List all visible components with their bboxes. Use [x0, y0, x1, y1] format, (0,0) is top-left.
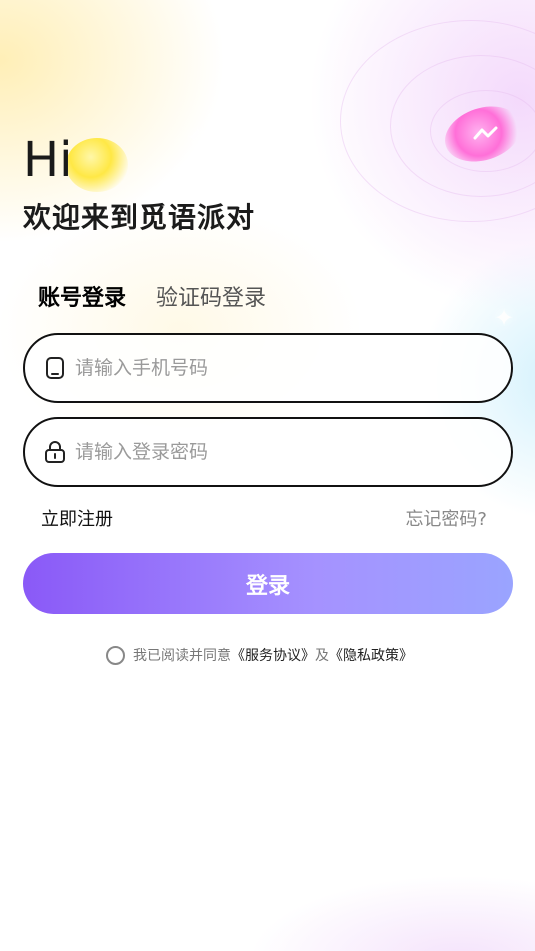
lock-icon [43, 440, 67, 464]
tab-label: 验证码登录 [156, 286, 267, 311]
tab-label: 账号登录 [38, 286, 127, 311]
phone-icon [43, 356, 67, 380]
sparkle-icon: ✦ [186, 121, 210, 154]
forgot-password-link[interactable]: 忘记密码? [405, 505, 487, 531]
tab-code-login[interactable]: 验证码登录 [156, 280, 266, 312]
agreement-radio[interactable] [106, 645, 125, 665]
register-link[interactable]: 立即注册 [41, 505, 113, 531]
agreement-row: 我已阅读并同意 《服务协议》 及 《隐私政策》 [106, 645, 413, 665]
auth-links: 立即注册 忘记密码? [41, 505, 487, 531]
login-button[interactable]: 登录 [23, 553, 513, 614]
tab-account-login[interactable]: 账号登录 [38, 280, 126, 312]
phone-input[interactable] [73, 356, 477, 380]
agreement-and: 及 [315, 648, 329, 664]
greeting-title: Hi [23, 132, 73, 188]
squiggle-icon [473, 126, 498, 140]
service-agreement-link[interactable]: 《服务协议》 [231, 645, 315, 665]
sparkle-icon: ✦ [40, 250, 57, 274]
yellow-blob-decoration [66, 138, 128, 192]
agreement-prefix: 我已阅读并同意 [133, 648, 231, 664]
sparkle-icon: ✦ [494, 304, 515, 332]
privacy-policy-link[interactable]: 《隐私政策》 [329, 645, 413, 665]
login-tabs: 账号登录 验证码登录 [38, 280, 266, 312]
password-input[interactable] [73, 440, 477, 464]
welcome-title: 欢迎来到觅语派对 [23, 201, 256, 234]
password-field[interactable] [23, 417, 513, 487]
phone-field[interactable] [23, 333, 513, 403]
